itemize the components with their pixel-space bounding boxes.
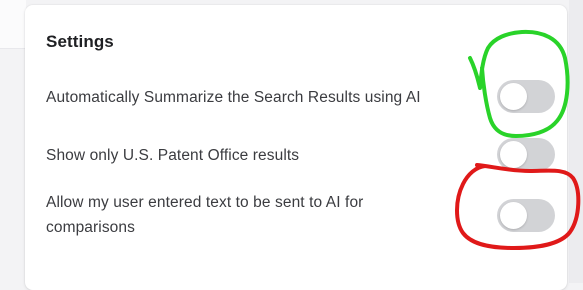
toggle-knob [500, 83, 527, 110]
toggle-knob [500, 202, 527, 229]
summarize-ai-toggle[interactable] [497, 80, 555, 113]
background-right-strip [569, 0, 583, 283]
toggle-knob [500, 141, 527, 168]
background-page-area [0, 0, 26, 49]
settings-title: Settings [46, 32, 114, 51]
send-text-to-ai-toggle[interactable] [497, 199, 555, 232]
setting-label-send-text-to-ai: Allow my user entered text to be sent to… [46, 194, 364, 236]
settings-panel: Settings Automatically Summarize the Sea… [25, 5, 567, 290]
setting-label-us-patent-only: Show only U.S. Patent Office results [46, 147, 300, 164]
us-patent-only-toggle[interactable] [497, 138, 555, 171]
setting-label-summarize-ai: Automatically Summarize the Search Resul… [46, 89, 421, 106]
